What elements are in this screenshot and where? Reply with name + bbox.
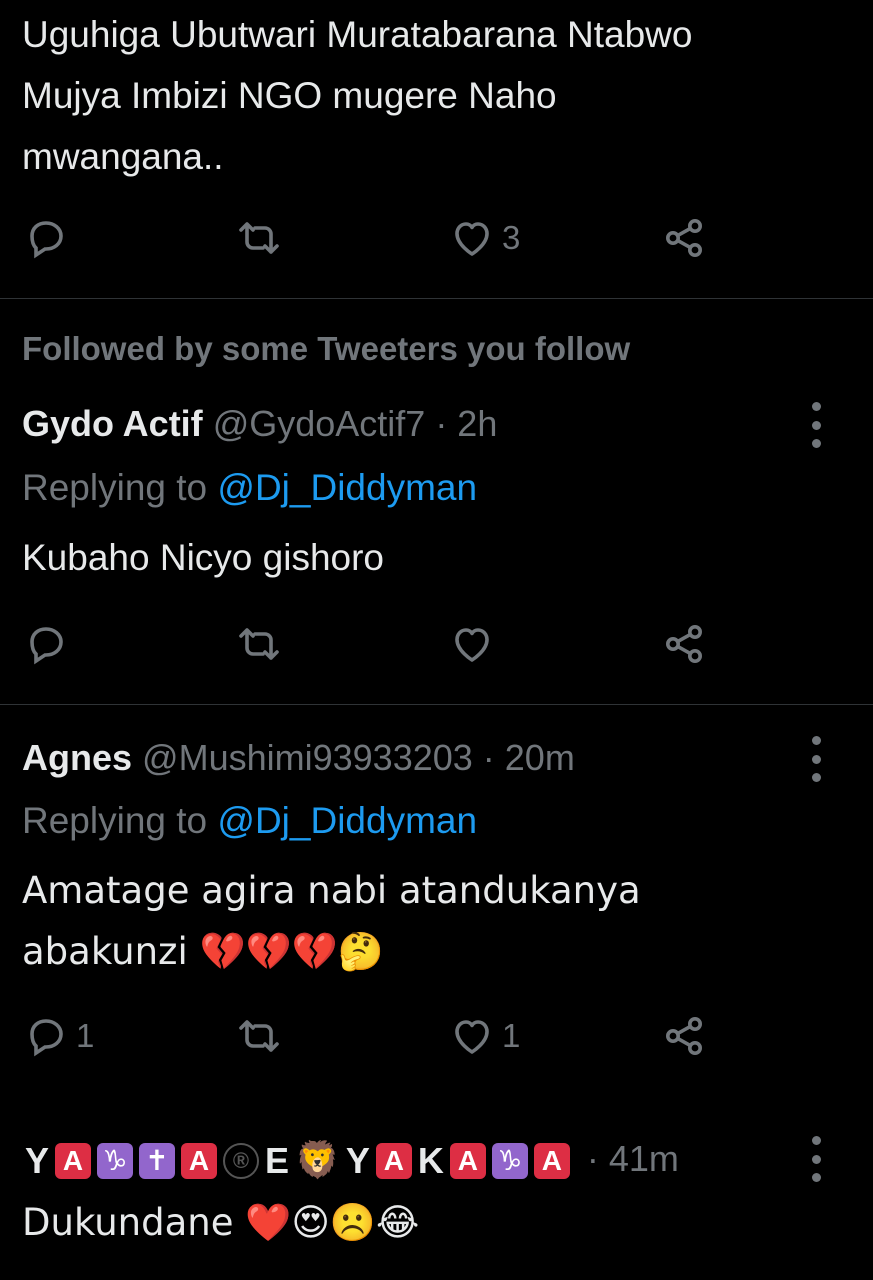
mention-link[interactable]: @Dj_Diddyman [217,467,477,508]
author-handle-time[interactable]: @GydoActif7 · 2h [213,403,498,444]
retweet-button[interactable] [235,208,289,268]
retweet-icon [239,628,279,660]
share-button[interactable] [660,1006,708,1066]
more-options-button[interactable] [801,736,831,782]
author-handle-time[interactable]: @Mushimi93933203 · 20m [142,737,575,778]
reply-button[interactable] [22,614,76,674]
like-button[interactable] [448,614,502,674]
replying-to: Replying to @Dj_Diddyman [22,799,477,843]
replying-prefix: Replying to [22,467,218,508]
name-tile: K [417,1140,444,1182]
like-button[interactable]: 3 [448,208,520,268]
tweet-time[interactable]: · 41m [587,1138,679,1179]
like-icon [455,628,489,662]
name-tile: A [375,1143,412,1180]
more-icon [811,402,821,411]
tweet-text: Uguhiga Ubutwari Muratabarana Ntabwo Muj… [22,14,693,177]
tweet-header: Agnes @Mushimi93933203 · 20m [22,736,575,780]
name-tile: Y [345,1140,370,1182]
like-button[interactable]: 1 [448,1006,520,1066]
name-tile: A [533,1143,570,1180]
name-tile: ✝ [139,1143,176,1180]
share-icon [666,219,702,257]
tweet-text: Dukundane ❤️😍☹️😂 [22,1201,420,1244]
like-icon [455,222,489,256]
like-icon [455,1020,489,1054]
author-name[interactable]: Agnes [22,737,132,778]
tweet-1[interactable]: Uguhiga Ubutwari Muratabarana Ntabwo Muj… [0,0,873,298]
tweet-actions: 1 1 [0,1006,873,1066]
more-icon [811,1136,821,1145]
author-name[interactable]: Gydo Actif [22,403,203,444]
share-button[interactable] [660,208,708,268]
reply-icon [30,627,63,665]
more-options-button[interactable] [801,402,831,448]
share-icon [666,625,702,663]
divider [0,298,873,299]
retweet-icon [239,222,279,254]
reply-icon [30,221,63,259]
author-name-tiles[interactable]: Y A ♑ ✝ A ® E 🦁 Y A K A ♑ A [22,1138,583,1181]
mention-link[interactable]: @Dj_Diddyman [217,800,477,841]
name-tile: A [55,1143,92,1180]
name-tile: A [449,1143,486,1180]
tweet-actions [0,614,873,674]
tweet-text: Amatage agira nabi atandukanya abakunzi … [22,869,641,973]
tweet-header: Y A ♑ ✝ A ® E 🦁 Y A K A ♑ A · 41m [22,1136,679,1184]
reply-button[interactable] [22,208,76,268]
reply-button[interactable]: 1 [22,1006,94,1066]
tweet-actions: 3 [0,208,873,268]
replying-to: Replying to @Dj_Diddyman [22,466,477,510]
name-tile: ♑ [491,1143,528,1180]
more-options-button[interactable] [801,1136,831,1182]
name-tile: ♑ [97,1143,134,1180]
name-tile: A [181,1143,218,1180]
replying-prefix: Replying to [22,800,218,841]
name-tile: ® [223,1143,260,1180]
tweet-text: Kubaho Nicyo gishoro [22,537,384,578]
tweet-header: Gydo Actif @GydoActif7 · 2h [22,402,497,446]
retweet-icon [239,1020,279,1052]
name-tile: E [265,1140,290,1182]
share-icon [666,1017,702,1055]
share-button[interactable] [660,614,708,674]
name-tile: Y [25,1140,50,1182]
reply-count: 1 [76,1017,95,1054]
like-count: 1 [502,1017,521,1054]
more-icon [811,736,821,745]
retweet-button[interactable] [235,614,289,674]
retweet-button[interactable] [235,1006,289,1066]
divider [0,704,873,705]
social-context: Followed by some Tweeters you follow [22,330,631,367]
reply-icon [30,1019,63,1057]
name-tile: 🦁 [295,1140,340,1182]
like-count: 3 [502,219,521,256]
